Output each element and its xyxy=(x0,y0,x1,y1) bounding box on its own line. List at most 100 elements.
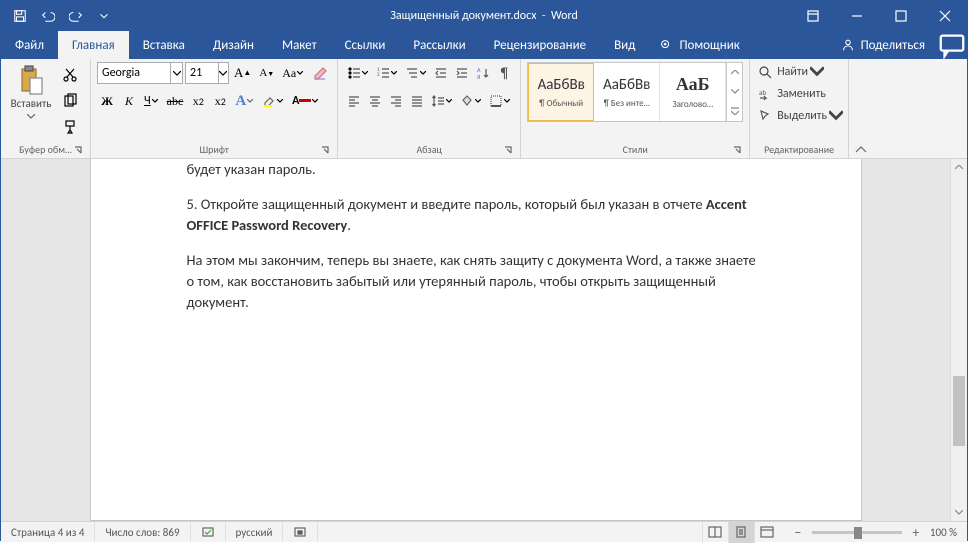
bold-button[interactable]: Ж xyxy=(97,90,117,112)
scroll-down-button[interactable] xyxy=(951,504,967,521)
numbering-button[interactable]: 12 xyxy=(373,62,401,84)
group-paragraph: 12 AЯ ¶ Абзац xyxy=(338,59,521,158)
tab-references[interactable]: Ссылки xyxy=(331,31,400,59)
underline-button[interactable]: Ч xyxy=(141,90,162,112)
shrink-font-button[interactable]: A▼ xyxy=(256,62,277,84)
macro-status[interactable] xyxy=(283,522,318,542)
ribbon-display-button[interactable] xyxy=(791,1,835,31)
strikethrough-button[interactable]: abc xyxy=(164,90,187,112)
tab-review[interactable]: Рецензирование xyxy=(480,31,600,59)
font-name-dropdown[interactable] xyxy=(170,63,182,83)
tab-insert[interactable]: Вставка xyxy=(129,31,199,59)
paragraph-launcher[interactable] xyxy=(502,145,514,157)
decrease-indent-button[interactable] xyxy=(431,62,451,84)
undo-button[interactable] xyxy=(35,3,61,29)
font-color-button[interactable]: A xyxy=(289,90,322,112)
quick-access-toolbar xyxy=(1,3,117,29)
bullets-button[interactable] xyxy=(344,62,372,84)
svg-text:ab: ab xyxy=(759,88,766,97)
clipboard-launcher[interactable] xyxy=(72,145,84,157)
font-name-combo[interactable] xyxy=(97,62,183,84)
tab-layout[interactable]: Макет xyxy=(268,31,331,59)
tab-file[interactable]: Файл xyxy=(1,31,58,59)
scrollbar-thumb[interactable] xyxy=(953,376,965,446)
multilevel-list-button[interactable] xyxy=(402,62,430,84)
document-text: На этом мы закончим, теперь вы знаете, к… xyxy=(187,250,765,313)
font-size-combo[interactable] xyxy=(185,62,229,84)
increase-indent-button[interactable] xyxy=(452,62,472,84)
find-button[interactable]: Найти xyxy=(756,62,842,82)
print-layout-button[interactable] xyxy=(728,522,754,543)
cut-button[interactable] xyxy=(59,64,81,86)
gallery-up-button[interactable] xyxy=(727,63,742,82)
maximize-button[interactable] xyxy=(879,1,923,31)
qat-customize-button[interactable] xyxy=(91,3,117,29)
style-heading1[interactable]: АаБ Заголово… xyxy=(660,63,726,121)
shading-button[interactable] xyxy=(457,90,485,112)
tab-mailings[interactable]: Рассылки xyxy=(399,31,479,59)
zoom-out-button[interactable]: − xyxy=(790,524,806,541)
tell-me-box[interactable]: Помощник xyxy=(649,31,749,59)
redo-button[interactable] xyxy=(63,3,89,29)
show-marks-button[interactable]: ¶ xyxy=(494,62,514,84)
document-page[interactable]: будет указан пароль. 5. Откройте защищен… xyxy=(90,159,862,521)
zoom-slider-thumb[interactable] xyxy=(854,527,862,539)
align-center-button[interactable] xyxy=(365,90,385,112)
style-normal[interactable]: АаБбВв ¶ Обычный xyxy=(528,63,594,121)
borders-button[interactable] xyxy=(486,90,514,112)
sort-button[interactable]: AЯ xyxy=(473,62,493,84)
app-name: Word xyxy=(551,9,578,23)
share-button[interactable]: Поделиться xyxy=(829,31,937,59)
collapse-ribbon-button[interactable] xyxy=(849,59,873,158)
tab-view[interactable]: Вид xyxy=(600,31,649,59)
style-no-spacing[interactable]: АаБбВв ¶ Без инте… xyxy=(594,63,660,121)
close-button[interactable] xyxy=(923,1,967,31)
zoom-slider[interactable] xyxy=(812,531,902,534)
grow-font-button[interactable]: A▲ xyxy=(231,62,254,84)
comments-button[interactable] xyxy=(937,31,967,59)
minimize-button[interactable] xyxy=(835,1,879,31)
format-painter-button[interactable] xyxy=(59,116,81,138)
scroll-up-button[interactable] xyxy=(951,159,967,176)
gallery-down-button[interactable] xyxy=(727,82,742,101)
spellcheck-status[interactable] xyxy=(191,522,226,542)
font-size-dropdown[interactable] xyxy=(218,63,228,83)
italic-button[interactable]: К xyxy=(119,90,139,112)
ribbon-tabs: Файл Главная Вставка Дизайн Макет Ссылки… xyxy=(1,31,967,59)
align-right-button[interactable] xyxy=(386,90,406,112)
word-count-status[interactable]: Число слов: 869 xyxy=(95,522,190,542)
justify-button[interactable] xyxy=(407,90,427,112)
font-size-input[interactable] xyxy=(186,66,218,80)
align-left-button[interactable] xyxy=(344,90,364,112)
gallery-more-button[interactable] xyxy=(727,102,742,121)
replace-button[interactable]: abЗаменить xyxy=(756,84,842,104)
tab-home[interactable]: Главная xyxy=(58,31,129,59)
font-launcher[interactable] xyxy=(319,145,331,157)
select-button[interactable]: Выделить xyxy=(756,106,842,126)
zoom-level[interactable]: 100 % xyxy=(930,526,957,539)
zoom-in-button[interactable]: + xyxy=(908,524,924,541)
svg-text:Я: Я xyxy=(477,73,480,80)
subscript-button[interactable]: x2 xyxy=(188,90,208,112)
change-case-button[interactable]: Aa xyxy=(279,62,307,84)
group-clipboard: Вставить Буфер обм… xyxy=(1,59,91,158)
clear-formatting-button[interactable] xyxy=(309,62,331,84)
language-status[interactable]: русский xyxy=(226,522,284,542)
copy-button[interactable] xyxy=(59,90,81,112)
superscript-button[interactable]: x2 xyxy=(210,90,230,112)
read-mode-button[interactable] xyxy=(702,522,728,543)
tab-design[interactable]: Дизайн xyxy=(199,31,268,59)
text-effects-button[interactable]: A xyxy=(232,90,257,112)
paste-button[interactable]: Вставить xyxy=(7,62,55,124)
save-button[interactable] xyxy=(7,3,33,29)
group-editing: Найти abЗаменить Выделить Редактирование xyxy=(750,59,849,158)
styles-gallery: АаБбВв ¶ Обычный АаБбВв ¶ Без инте… АаБ … xyxy=(527,62,743,122)
web-layout-button[interactable] xyxy=(754,522,780,543)
document-text: 5. Откройте защищенный документ и введит… xyxy=(187,194,765,236)
highlight-button[interactable] xyxy=(259,90,287,112)
font-name-input[interactable] xyxy=(98,66,170,80)
styles-launcher[interactable] xyxy=(731,145,743,157)
page-number-status[interactable]: Страница 4 из 4 xyxy=(1,522,95,542)
vertical-scrollbar[interactable] xyxy=(950,159,967,521)
line-spacing-button[interactable] xyxy=(428,90,456,112)
